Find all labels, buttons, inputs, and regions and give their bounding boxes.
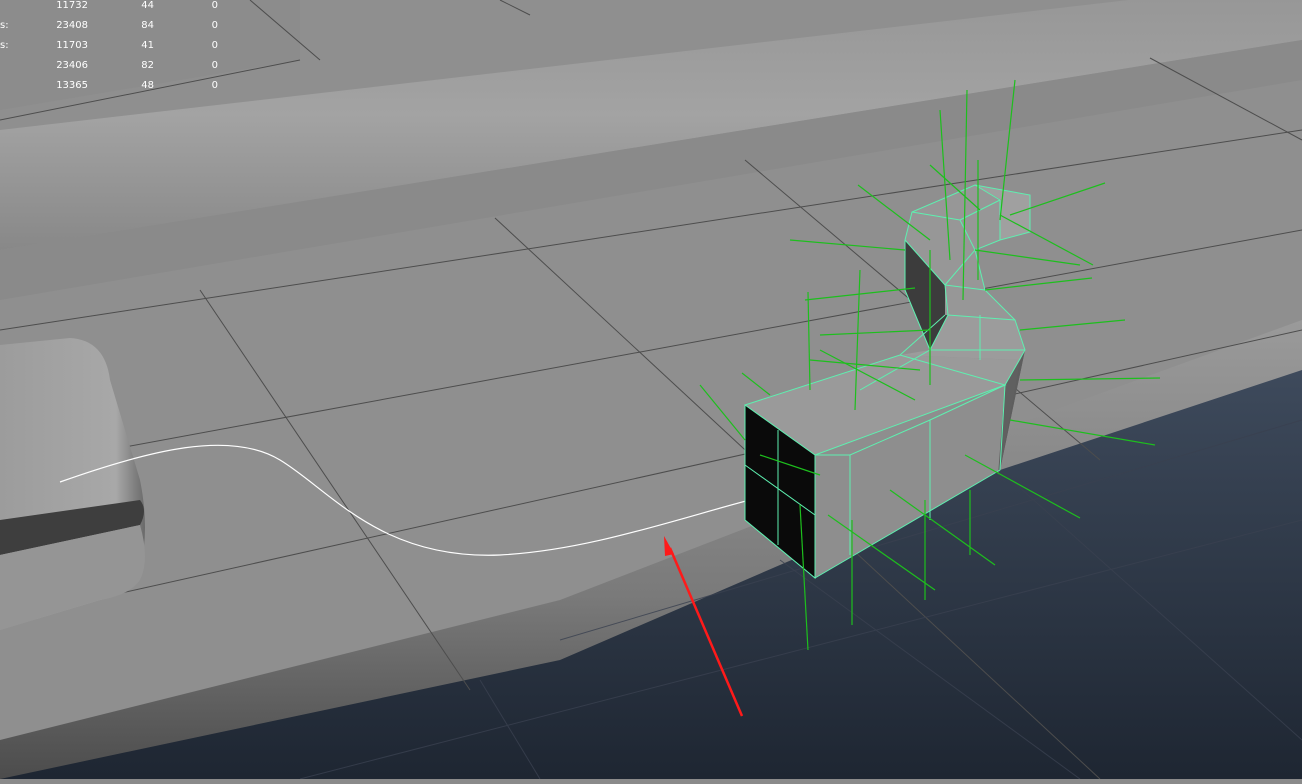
maya-viewport[interactable]: 11732 44 0 s: 23408 84 0 s: 11703 41 0 2… xyxy=(0,0,1302,780)
scene-canvas[interactable] xyxy=(0,0,1302,780)
